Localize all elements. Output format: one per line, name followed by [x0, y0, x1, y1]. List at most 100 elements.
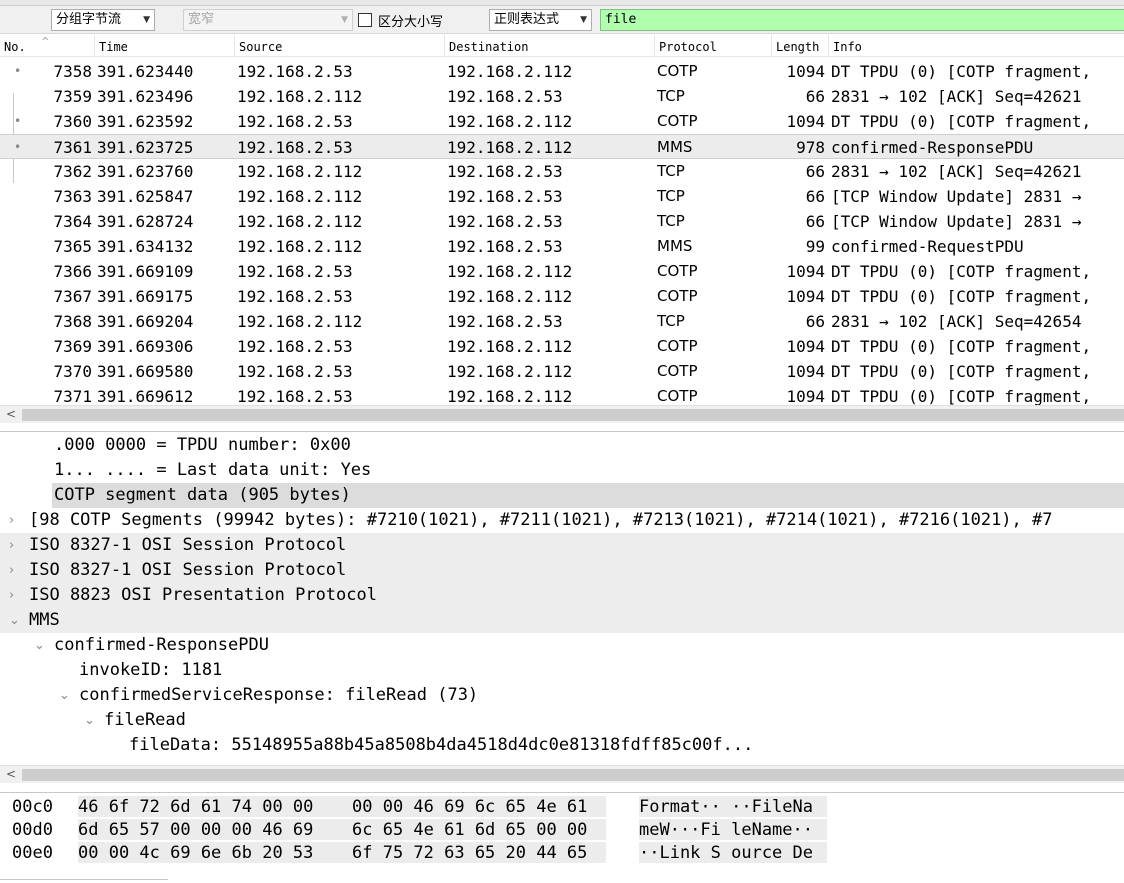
- packet-protocol: COTP: [657, 362, 698, 380]
- hex-row[interactable]: 00d0 6d 65 57 00 00 00 46 69 6c 65 4e 61 6…: [0, 819, 1124, 842]
- scroll-left-icon[interactable]: <: [6, 407, 16, 421]
- detail-row[interactable]: › [98 COTP Segments (99942 bytes): #7210(…: [0, 508, 1124, 533]
- hex-ascii-text: ··Link S ource De: [639, 843, 813, 863]
- case-sensitive-label: 区分大小写: [378, 14, 444, 30]
- collapse-arrow-icon[interactable]: ⌄: [59, 683, 70, 708]
- packet-row[interactable]: • 7361 391.623725 192.168.2.53 192.168.2.112…: [0, 134, 1124, 159]
- packet-row[interactable]: 7369 391.669306 192.168.2.53 192.168.2.112 C…: [0, 334, 1124, 359]
- packet-length: 1094: [786, 362, 825, 381]
- collapse-arrow-icon[interactable]: ⌄: [9, 608, 20, 633]
- expand-arrow-icon[interactable]: ›: [9, 533, 14, 558]
- packet-info: 2831 → 102 [ACK] Seq=42621: [831, 87, 1082, 106]
- packet-length: 1094: [786, 112, 825, 131]
- packet-row[interactable]: 7359 391.623496 192.168.2.112 192.168.2.53 T…: [0, 84, 1124, 109]
- packet-details-tree: .000 0000 = TPDU number: 0x00 1... .... =…: [0, 431, 1124, 786]
- detail-row[interactable]: › ISO 8327-1 OSI Session Protocol: [0, 558, 1124, 583]
- packet-row[interactable]: 7362 391.623760 192.168.2.112 192.168.2.53 T…: [0, 159, 1124, 184]
- detail-row[interactable]: fileData: 55148955a88b45a8508b4da4518d4d…: [0, 733, 1124, 758]
- packet-row[interactable]: • 7360 391.623592 192.168.2.53 192.168.2.112…: [0, 109, 1124, 134]
- column-header-protocol[interactable]: Protocol: [655, 35, 772, 57]
- detail-row[interactable]: COTP segment data (905 bytes): [0, 483, 1124, 508]
- hex-row[interactable]: 00e0 00 00 4c 69 6e 6b 20 53 6f 75 72 63 6…: [0, 842, 1124, 865]
- packet-number: 7359: [53, 87, 92, 106]
- packet-number: 7366: [53, 262, 92, 281]
- collapse-arrow-icon[interactable]: ⌄: [34, 633, 45, 658]
- packet-list-hscrollbar[interactable]: <: [0, 405, 1124, 423]
- detail-row[interactable]: .000 0000 = TPDU number: 0x00: [0, 433, 1124, 458]
- packet-row[interactable]: 7366 391.669109 192.168.2.53 192.168.2.112 C…: [0, 259, 1124, 284]
- detail-row[interactable]: ⌄ confirmedServiceResponse: fileRead (73): [0, 683, 1124, 708]
- packet-row[interactable]: 7365 391.634132 192.168.2.112 192.168.2.53 M…: [0, 234, 1124, 259]
- packet-length: 1094: [786, 62, 825, 81]
- column-header-destination[interactable]: Destination: [445, 35, 655, 57]
- column-header-time[interactable]: Time: [95, 35, 235, 57]
- packet-length: 978: [796, 138, 825, 157]
- details-hscrollbar[interactable]: <: [0, 765, 1124, 783]
- hex-row[interactable]: 00c0 46 6f 72 6d 61 74 00 00 00 00 46 69 6…: [0, 796, 1124, 819]
- checkbox-box[interactable]: [358, 13, 372, 27]
- expand-arrow-icon[interactable]: ›: [9, 558, 14, 583]
- detail-row[interactable]: › ISO 8327-1 OSI Session Protocol: [0, 533, 1124, 558]
- packet-number: 7367: [53, 287, 92, 306]
- detail-row[interactable]: ⌄ fileRead: [0, 708, 1124, 733]
- packet-row[interactable]: • 7358 391.623440 192.168.2.53 192.168.2.112…: [0, 59, 1124, 84]
- packet-row[interactable]: 7367 391.669175 192.168.2.53 192.168.2.112 C…: [0, 284, 1124, 309]
- packet-length: 66: [805, 87, 825, 106]
- search-input[interactable]: file: [600, 9, 1124, 31]
- packet-destination: 192.168.2.112: [447, 362, 573, 381]
- detail-row[interactable]: ⌄ MMS: [0, 608, 1124, 633]
- packet-length: 1094: [786, 262, 825, 281]
- packet-time: 391.623592: [97, 112, 194, 131]
- packet-number: 7368: [53, 312, 92, 331]
- collapse-arrow-icon[interactable]: ⌄: [84, 708, 95, 733]
- hex-ascii-highlight: meW···Fi leName··: [639, 819, 827, 840]
- column-header-label: Source: [239, 40, 283, 54]
- packet-number: 7365: [53, 237, 92, 256]
- chevron-down-icon: ▼: [580, 15, 587, 25]
- packet-row[interactable]: 7364 391.628724 192.168.2.112 192.168.2.53 T…: [0, 209, 1124, 234]
- packet-time: 391.623496: [97, 87, 194, 106]
- column-header-label: Time: [99, 40, 128, 54]
- char-width-dropdown: 宽窄 ▼: [183, 9, 353, 31]
- packet-source: 192.168.2.53: [237, 62, 353, 81]
- column-header-label: Destination: [449, 40, 529, 54]
- packet-protocol: TCP: [657, 87, 685, 105]
- hex-bytes-first-half: 6d 65 57 00 00 00 46 69: [78, 820, 314, 840]
- scroll-left-icon[interactable]: <: [6, 767, 16, 781]
- packet-info: DT TPDU (0) [COTP fragment,: [831, 112, 1092, 131]
- detail-row[interactable]: ⌄ confirmed-ResponsePDU: [0, 633, 1124, 658]
- column-header-info[interactable]: Info: [829, 35, 1124, 57]
- packet-number: 7369: [53, 337, 92, 356]
- hex-offset: 00c0: [12, 797, 53, 817]
- expand-arrow-icon[interactable]: ›: [9, 508, 14, 533]
- packet-protocol: COTP: [657, 337, 698, 355]
- sort-ascending-icon: ^: [42, 35, 49, 48]
- toolbar-top-edge: [0, 0, 1124, 6]
- search-type-dropdown[interactable]: 正则表达式 ▼: [489, 9, 592, 31]
- packet-row[interactable]: 7363 391.625847 192.168.2.112 192.168.2.53 T…: [0, 184, 1124, 209]
- detail-row[interactable]: › ISO 8823 OSI Presentation Protocol: [0, 583, 1124, 608]
- char-width-value: 宽窄: [188, 12, 215, 27]
- packet-source: 192.168.2.112: [237, 87, 363, 106]
- detail-row[interactable]: 1... .... = Last data unit: Yes: [0, 458, 1124, 483]
- scrollbar-thumb[interactable]: [22, 769, 1124, 781]
- packet-destination: 192.168.2.112: [447, 337, 573, 356]
- column-header-source[interactable]: Source: [235, 35, 445, 57]
- detail-text: [98 COTP Segments (99942 bytes): #7210(1…: [29, 510, 1053, 530]
- packet-time: 391.669175: [97, 287, 194, 306]
- packet-destination: 192.168.2.53: [447, 187, 563, 206]
- detail-row[interactable]: invokeID: 1181: [0, 658, 1124, 683]
- scrollbar-thumb[interactable]: [22, 409, 1124, 421]
- case-sensitive-checkbox[interactable]: 区分大小写: [358, 11, 444, 30]
- packet-row[interactable]: 7368 391.669204 192.168.2.112 192.168.2.53 T…: [0, 309, 1124, 334]
- column-header-length[interactable]: Length: [772, 35, 829, 57]
- search-in-dropdown[interactable]: 分组字节流 ▼: [51, 9, 155, 31]
- hex-bytes-second-half: 6c 65 4e 61 6d 65 00 00: [352, 820, 588, 840]
- packet-destination: 192.168.2.53: [447, 237, 563, 256]
- packet-source: 192.168.2.53: [237, 262, 353, 281]
- column-header-no[interactable]: No. ^: [0, 35, 95, 57]
- packet-row[interactable]: 7370 391.669580 192.168.2.53 192.168.2.112 C…: [0, 359, 1124, 384]
- packet-info: 2831 → 102 [ACK] Seq=42621: [831, 162, 1082, 181]
- hex-offset: 00d0: [12, 820, 53, 840]
- expand-arrow-icon[interactable]: ›: [9, 583, 14, 608]
